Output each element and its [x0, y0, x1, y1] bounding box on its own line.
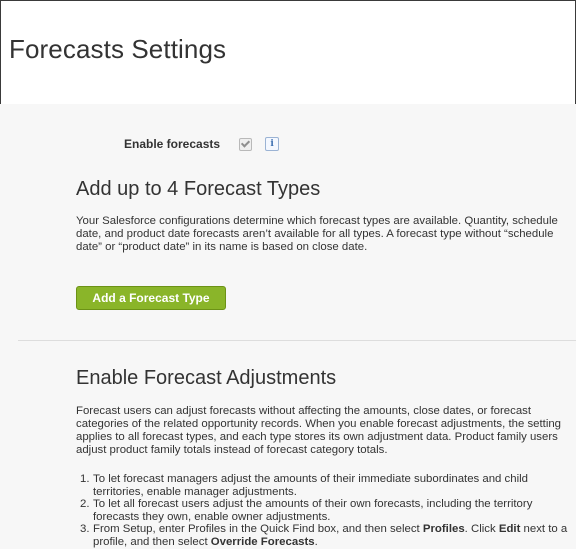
list-item: 3. From Setup, enter Profiles in the Qui…: [80, 523, 568, 548]
page-title: Forecasts Settings: [9, 34, 227, 64]
info-icon[interactable]: i: [265, 137, 280, 151]
enable-forecasts-row: Enable forecasts i: [124, 136, 280, 152]
adjustments-heading: Enable Forecast Adjustments: [76, 367, 337, 389]
enable-forecasts-checkbox[interactable]: [239, 137, 253, 151]
add-forecast-type-button[interactable]: Add a Forecast Type: [76, 286, 226, 310]
adjustments-description: Forecast users can adjust forecasts with…: [76, 405, 562, 456]
forecast-types-heading: Add up to 4 Forecast Types: [76, 178, 321, 200]
list-item: 1. To let forecast managers adjust the a…: [80, 473, 528, 498]
edit-keyword: Edit: [498, 523, 521, 535]
adjustment-steps-list: 1. To let forecast managers adjust the a…: [80, 473, 574, 548]
profiles-keyword: Profiles: [422, 523, 465, 535]
list-item: 2. To let all forecast users adjust the …: [80, 498, 533, 523]
enable-forecasts-label: Enable forecasts: [124, 137, 221, 151]
settings-content: Enable forecasts i Add up to 4 Forecast …: [0, 104, 576, 549]
override-forecasts-keyword: Override Forecasts: [210, 535, 315, 548]
forecast-types-description: Your Salesforce configurations determine…: [76, 215, 558, 253]
section-divider: [18, 340, 576, 341]
page-header: Forecasts Settings: [1, 1, 575, 105]
